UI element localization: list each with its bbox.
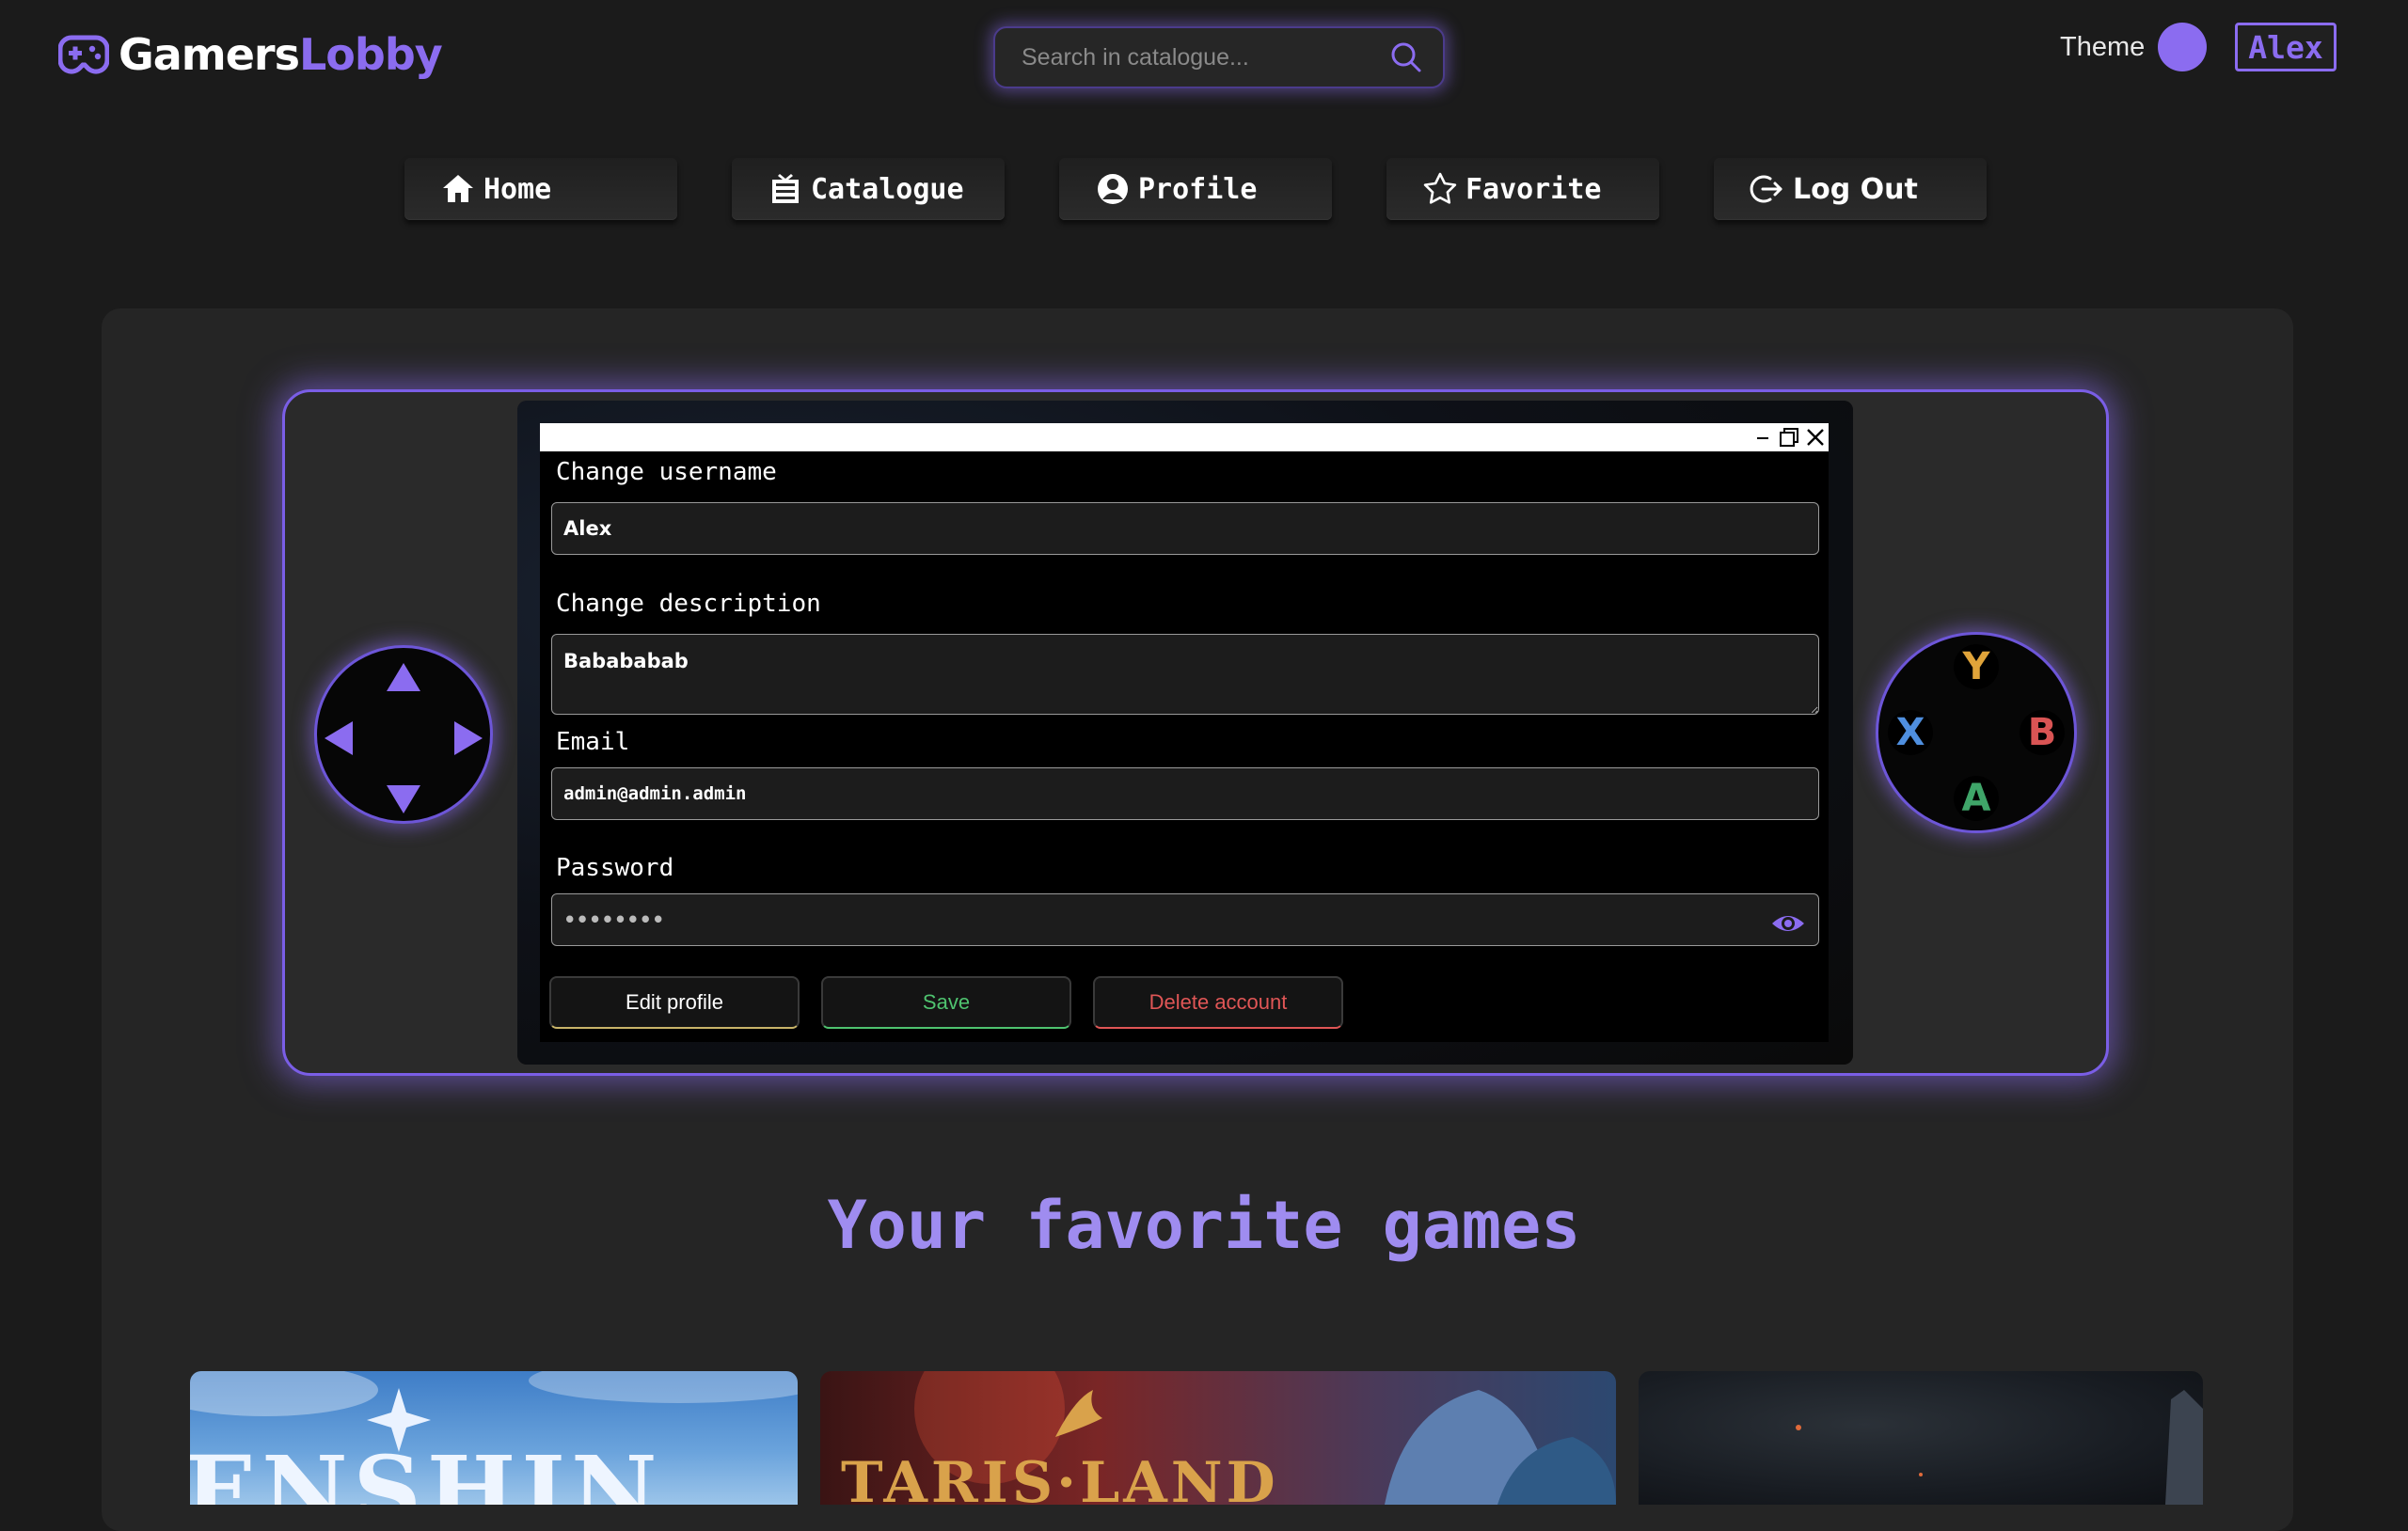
dark-game-art [1796, 1390, 2203, 1505]
logo-text: GamersLobby [119, 29, 443, 80]
profile-edit-window: Change username Change description Babab… [540, 423, 1829, 1042]
action-buttons: Y B X A [1876, 632, 2077, 833]
main-nav: Home Catalogue Profile Favorite Log Out [0, 158, 2408, 224]
star-icon [1423, 172, 1457, 204]
nav-favorite-label: Favorite [1465, 172, 1602, 206]
arrow-up-icon [387, 663, 420, 691]
username-field[interactable] [551, 502, 1819, 555]
close-icon [1807, 429, 1824, 446]
nav-home-label: Home [483, 172, 552, 206]
dpad-down-button[interactable] [385, 783, 422, 818]
minimize-icon [1757, 437, 1768, 439]
theme-label: Theme [2060, 31, 2146, 62]
game-card-dark[interactable] [1639, 1371, 2203, 1505]
logo-text-part2: Lobby [299, 29, 443, 80]
delete-account-button[interactable]: Delete account [1093, 976, 1343, 1029]
nav-catalogue-button[interactable]: Catalogue [732, 158, 1005, 220]
a-button[interactable]: A [1954, 776, 1999, 821]
restore-icon [1780, 428, 1798, 447]
game-card-title: TARIS·LAND [841, 1450, 1279, 1505]
theme-toggle-button[interactable] [2158, 23, 2208, 71]
nav-logout-button[interactable]: Log Out [1714, 158, 1987, 220]
email-field[interactable] [551, 767, 1819, 820]
description-label: Change description [556, 590, 821, 618]
nav-home-button[interactable]: Home [404, 158, 677, 220]
search-box [993, 26, 1445, 88]
password-field[interactable] [551, 893, 1819, 946]
arrow-left-icon [325, 721, 353, 755]
game-card-tarisland[interactable]: TARIS·LAND [820, 1371, 1616, 1505]
catalogue-icon [772, 174, 799, 203]
console-screen: Change username Change description Babab… [517, 401, 1853, 1065]
arrow-right-icon [454, 721, 483, 755]
dpad-up-button[interactable] [385, 661, 422, 696]
password-label: Password [556, 854, 674, 882]
username-label: Change username [556, 458, 777, 486]
nav-profile-button[interactable]: Profile [1059, 158, 1332, 220]
theme-switcher: Theme [2060, 23, 2208, 71]
home-icon [443, 175, 473, 202]
app-logo[interactable]: GamersLobby [58, 28, 443, 81]
description-field[interactable]: Babababab [551, 634, 1819, 715]
favorites-title: Your favorite games [827, 1187, 1581, 1264]
nav-catalogue-label: Catalogue [811, 172, 964, 206]
arrow-down-icon [387, 785, 420, 813]
email-label: Email [556, 728, 630, 756]
nav-logout-label: Log Out [1793, 172, 1918, 206]
edit-profile-button[interactable]: Edit profile [549, 976, 800, 1029]
y-button[interactable]: Y [1954, 644, 1999, 689]
window-titlebar [540, 423, 1829, 451]
user-badge[interactable]: Alex [2235, 23, 2337, 71]
toggle-password-visibility-button[interactable] [1769, 905, 1807, 942]
search-icon[interactable] [1390, 41, 1422, 73]
game-card-title: ENSHIN [190, 1435, 663, 1505]
gamepad-icon [58, 35, 109, 74]
game-card-genshin[interactable]: ENSHIN [190, 1371, 798, 1505]
search-input[interactable] [1020, 42, 1390, 72]
nav-favorite-button[interactable]: Favorite [1386, 158, 1659, 220]
profile-icon [1098, 174, 1128, 204]
dpad-right-button[interactable] [452, 719, 484, 760]
dpad-left-button[interactable] [323, 719, 355, 760]
window-close-button[interactable] [1802, 424, 1829, 450]
b-button[interactable]: B [2020, 710, 2065, 755]
dpad [314, 645, 493, 824]
eye-icon [1772, 916, 1804, 931]
window-maximize-button[interactable] [1776, 424, 1802, 450]
nav-profile-label: Profile [1138, 172, 1258, 206]
x-button[interactable]: X [1888, 710, 1933, 755]
save-button[interactable]: Save [821, 976, 1071, 1029]
window-minimize-button[interactable] [1750, 424, 1776, 450]
logout-icon [1750, 175, 1782, 203]
logo-text-part1: Gamers [119, 29, 300, 80]
